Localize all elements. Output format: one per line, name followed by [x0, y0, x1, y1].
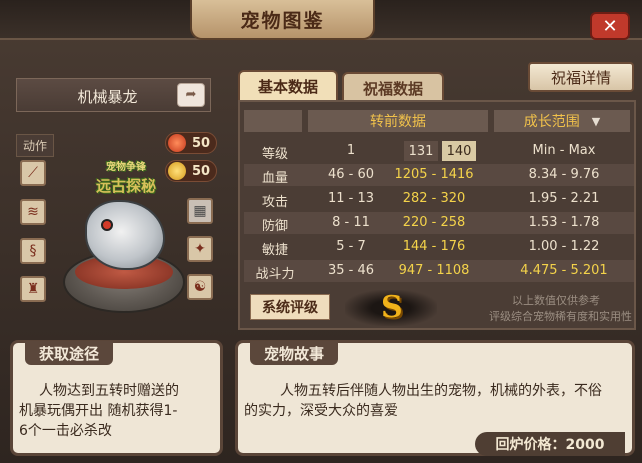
row-label: 攻击 [261, 195, 288, 210]
growth-range-dropdown[interactable]: 成长范围 ▼ [494, 110, 630, 132]
row-range: 1.95 - 2.21 [528, 191, 600, 206]
row-range: 4.475 - 5.201 [520, 263, 608, 278]
share-icon: ➦ [185, 87, 197, 102]
serpent-skill-icon[interactable]: § [20, 238, 46, 264]
pet-name-bar: 机械暴龙 ➦ [16, 78, 211, 112]
red-badge-value: 50 [192, 135, 211, 151]
mech-dragon-sprite [85, 200, 165, 270]
row-range: 8.34 - 9.76 [528, 167, 600, 182]
row-base: 8 - 11 [332, 215, 370, 230]
fang-skill-icon[interactable]: ≋ [20, 199, 46, 225]
acquire-line1: 人物达到五转时赠送的 [39, 383, 179, 399]
bless-detail-button[interactable]: 祝福详情 [528, 62, 634, 92]
table-row-hp: 血量 46 - 60 1205 - 1416 8.34 - 9.76 [244, 164, 634, 186]
story-line2: 的实力，深受大众的喜爱 [244, 403, 398, 419]
row-base: 46 - 60 [327, 167, 375, 182]
row-base: 11 - 13 [327, 191, 375, 206]
header-blank [244, 110, 302, 132]
grade-letter: S [381, 290, 403, 325]
mech-dragon-eye [101, 219, 113, 231]
row-base: 5 - 7 [336, 239, 366, 254]
row-label: 敏捷 [261, 243, 288, 258]
row-pre: 282 - 320 [402, 191, 466, 206]
window-title: 宠物图鉴 [190, 0, 375, 40]
row-label: 血量 [261, 171, 288, 186]
close-button[interactable]: ✕ [590, 12, 630, 40]
row-label: 战斗力 [255, 267, 295, 282]
red-orb-icon [168, 134, 186, 152]
acquire-box: 获取途径 人物达到五转时赠送的 机暴玩偶开出 随机获得1- 6个一击必杀改 [10, 340, 223, 456]
tab-basic-data[interactable]: 基本数据 [238, 70, 338, 100]
level-option-140[interactable]: 140 [442, 141, 476, 161]
logo-line2: 远古探秘 [95, 177, 156, 195]
claw-skill-icon[interactable]: ⟋ [20, 160, 46, 186]
table-row-level: 等级 1 131 140 Min - Max [244, 140, 634, 162]
acquire-title: 获取途径 [25, 341, 114, 365]
game-logo: 宠物争锋 远古探秘 [67, 159, 185, 195]
row-pre: 1205 - 1416 [394, 167, 474, 182]
system-rating-button[interactable]: 系统评级 [250, 294, 330, 320]
table-row-attack: 攻击 11 - 13 282 - 320 1.95 - 2.21 [244, 188, 634, 210]
row-base: 1 [346, 143, 356, 158]
red-power-badge: 50 [165, 132, 217, 154]
row-range: 1.00 - 1.22 [528, 239, 600, 254]
row-label: 防御 [261, 219, 288, 234]
row-base: 35 - 46 [327, 263, 375, 278]
reference-note: 以上数值仅供参考 [512, 294, 600, 307]
tab-bless-data[interactable]: 祝福数据 [342, 72, 444, 102]
story-line1: 人物五转后伴随人物出生的宠物，机械的外表，不俗 [280, 383, 602, 399]
share-button[interactable]: ➦ [177, 83, 205, 107]
rating-note: 评级综合宠物稀有度和实用性 [489, 310, 632, 323]
acquire-line2: 机暴玩偶开出 随机获得1- [19, 403, 178, 419]
row-pre: 947 - 1108 [398, 263, 470, 278]
header-growth-range: 成长范围 [523, 114, 580, 130]
row-range: 1.53 - 1.78 [528, 215, 600, 230]
pet-display: 宠物争锋 远古探秘 [55, 155, 195, 320]
row-pre: 144 - 176 [402, 239, 466, 254]
table-row-agility: 敏捷 5 - 7 144 - 176 1.00 - 1.22 [244, 236, 634, 258]
chevron-down-icon: ▼ [591, 114, 601, 128]
table-row-combat-power: 战斗力 35 - 46 947 - 1108 4.475 - 5.201 [244, 260, 634, 282]
smelt-price: 回炉价格：2000 [475, 432, 625, 456]
table-row-defense: 防御 8 - 11 220 - 258 1.53 - 1.78 [244, 212, 634, 234]
logo-line1: 宠物争锋 [106, 162, 146, 173]
totem-skill-icon[interactable]: ♜ [20, 276, 46, 302]
level-option-131[interactable]: 131 [404, 141, 438, 161]
row-pre: 220 - 258 [402, 215, 466, 230]
story-title: 宠物故事 [250, 341, 339, 365]
row-range: Min - Max [532, 143, 596, 158]
close-icon: ✕ [602, 15, 618, 37]
action-label: 动作 [16, 134, 55, 157]
acquire-line3: 6个一击必杀改 [19, 423, 112, 439]
row-label: 等级 [261, 147, 288, 162]
header-pre-transfer: 转前数据 [308, 110, 488, 132]
pet-name: 机械暴龙 [77, 88, 138, 106]
